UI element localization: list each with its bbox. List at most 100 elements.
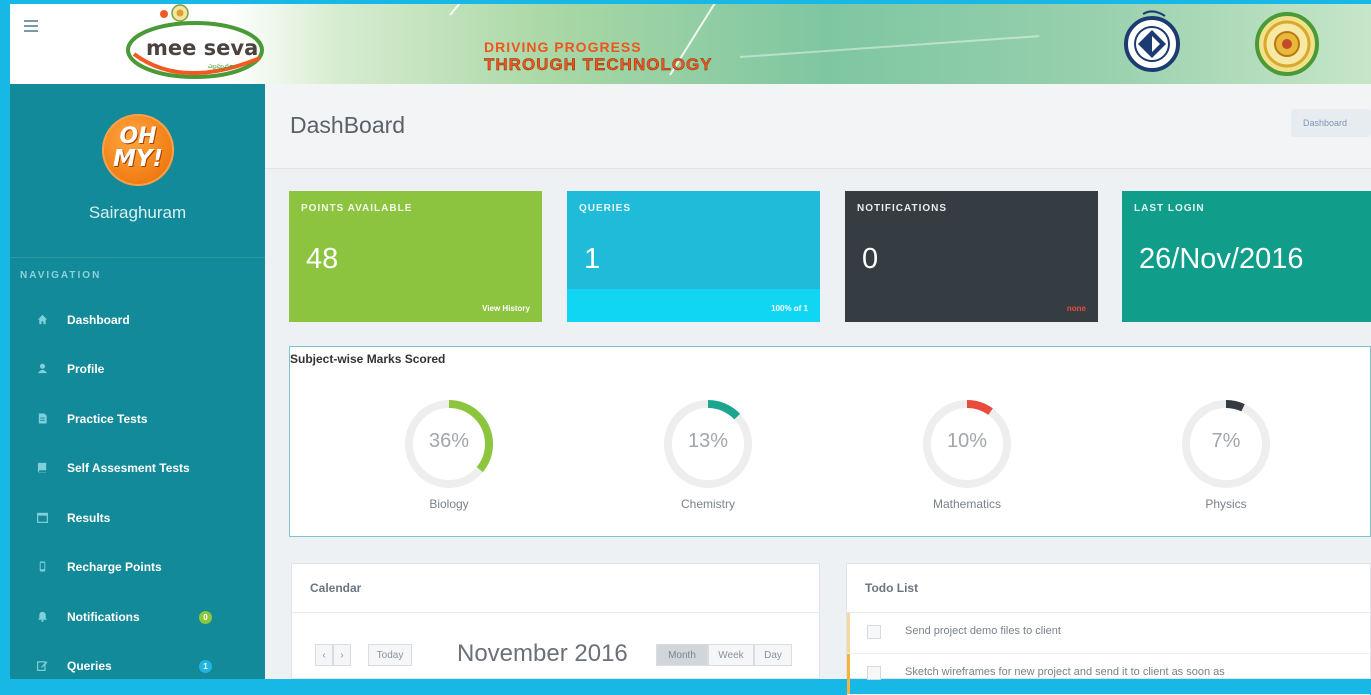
sidebar-item-label: Self Assesment Tests (67, 461, 190, 475)
edit-icon (37, 661, 48, 671)
card-footer-text: none (1066, 304, 1086, 313)
prev-month-button[interactable]: ‹ (315, 644, 333, 666)
physics-donut: 7% (1181, 399, 1271, 489)
user-name: Sairaghuram (88, 203, 187, 222)
donut-percent: 10% (946, 430, 988, 452)
donut-percent: 7% (1211, 430, 1241, 452)
calendar-panel: Calendar ‹ › Today November 2016 Month W… (291, 563, 820, 679)
notifications-card: NOTIFICATIONS 0 none (845, 191, 1098, 322)
card-label: LAST LOGIN (1134, 203, 1205, 214)
panel-title: Subject-wise Marks Scored (290, 352, 446, 366)
subject-marks-panel: Subject-wise Marks Scored 36% Biology 13… (289, 346, 1371, 537)
today-button[interactable]: Today (368, 644, 412, 666)
sidebar-item-practice-tests[interactable]: Practice Tests (10, 399, 265, 439)
subject-name: Chemistry (680, 497, 735, 511)
todo-text: Send project demo files to client (905, 625, 1061, 637)
svg-text:mee seva: mee seva (146, 36, 258, 60)
card-value: 1 (584, 243, 601, 275)
mobile-icon (39, 561, 46, 572)
sidebar-item-label: Queries (67, 659, 112, 673)
main-content: DashBoard Dashboard POINTS AVAILABLE 48 … (265, 84, 1371, 695)
last-login-card: LAST LOGIN 26/Nov/2016 (1122, 191, 1371, 322)
nav-heading: NAVIGATION (20, 270, 102, 281)
day-view-button[interactable]: Day (754, 644, 792, 666)
week-view-button[interactable]: Week (708, 644, 754, 666)
sidebar-item-self-assessment-tests[interactable]: Self Assesment Tests (10, 448, 265, 488)
banner-decoration (449, 4, 509, 16)
chemistry-donut: 13% (663, 399, 753, 489)
card-footer (1122, 289, 1371, 322)
page-title: DashBoard (290, 112, 406, 138)
queries-count-badge: 1 (199, 660, 212, 673)
calendar-icon (37, 512, 48, 523)
card-label: QUERIES (579, 203, 632, 214)
sidebar-item-notifications[interactable]: Notifications 0 (10, 597, 265, 637)
donut-percent: 36% (428, 430, 470, 452)
state-government-emblem (1255, 12, 1319, 76)
panel-header: Calendar (292, 564, 819, 613)
notifications-count-badge: 0 (199, 611, 212, 624)
book-icon (37, 462, 47, 473)
sidebar-item-profile[interactable]: Profile (10, 349, 265, 389)
sidebar-item-label: Recharge Points (67, 560, 162, 574)
card-value: 26/Nov/2016 (1139, 243, 1304, 275)
page-header: DashBoard Dashboard (265, 84, 1371, 169)
card-value: 0 (862, 243, 879, 275)
todo-item: Send project demo files to client (847, 613, 1370, 654)
todo-text: Sketch wireframes for new project and se… (905, 666, 1225, 678)
todo-panel: Todo List Send project demo files to cli… (846, 563, 1371, 695)
card-footer-text: 100% of 1 (771, 304, 808, 313)
todo-checkbox[interactable] (867, 666, 881, 680)
panel-title: Todo List (865, 581, 919, 595)
panel-title: Calendar (310, 581, 362, 595)
sidebar-item-results[interactable]: Results (10, 498, 265, 538)
banner-decoration (739, 35, 1040, 58)
avatar[interactable]: OH MY! (102, 114, 174, 186)
donut-percent: 13% (687, 430, 729, 452)
sidebar-divider (10, 257, 265, 258)
hamburger-icon[interactable] (24, 20, 38, 32)
sidebar-item-dashboard[interactable]: Dashboard (10, 300, 265, 340)
panel-header: Todo List (847, 564, 1370, 613)
todo-checkbox[interactable] (867, 625, 881, 639)
sidebar-item-recharge-points[interactable]: Recharge Points (10, 547, 265, 587)
svg-text:ఎల్లప్పుడూ: ఎల్లప్పుడూ (208, 63, 233, 71)
subject-name: Mathematics (932, 497, 1002, 511)
sidebar-item-label: Practice Tests (67, 412, 148, 426)
computer-society-emblem (1124, 10, 1180, 72)
subject-name: Biology (429, 497, 469, 511)
month-view-button[interactable]: Month (656, 644, 708, 666)
tagline-line-2: THROUGH TECHNOLOGY (484, 55, 713, 74)
todo-accent (847, 613, 850, 653)
sidebar-item-label: Results (67, 511, 111, 525)
file-icon (38, 413, 47, 424)
sidebar-item-label: Dashboard (67, 313, 130, 327)
sidebar: OH MY! Sairaghuram NAVIGATION Dashboard … (10, 84, 265, 679)
view-history-link[interactable]: View History (482, 304, 530, 313)
next-month-button[interactable]: › (333, 644, 351, 666)
card-label: NOTIFICATIONS (857, 203, 948, 214)
mathematics-donut: 10% (922, 399, 1012, 489)
subject-name: Physics (1205, 497, 1247, 511)
sidebar-item-label: Notifications (67, 610, 140, 624)
sidebar-item-queries[interactable]: Queries 1 (10, 646, 265, 686)
tagline-line-1: DRIVING PROGRESS (484, 39, 642, 55)
points-available-card: POINTS AVAILABLE 48 View History (289, 191, 542, 322)
meeseva-logo[interactable]: mee seva ఎల్లప్పుడూ (122, 4, 267, 84)
user-icon (37, 363, 48, 374)
queries-card: QUERIES 1 100% of 1 (567, 191, 820, 322)
todo-item: Sketch wireframes for new project and se… (847, 654, 1370, 695)
banner-tagline: DRIVING PROGRESS THROUGH TECHNOLOGY (484, 38, 713, 74)
calendar-month-title: November 2016 (457, 640, 628, 667)
top-banner: mee seva ఎల్లప్పుడూ DRIVING PROGRESS THR… (10, 4, 1371, 84)
sidebar-item-label: Profile (67, 362, 105, 376)
bell-icon (37, 611, 48, 622)
todo-accent (847, 654, 850, 694)
biology-donut: 36% (404, 399, 494, 489)
card-footer (845, 289, 1098, 322)
card-label: POINTS AVAILABLE (301, 203, 413, 214)
breadcrumb[interactable]: Dashboard (1291, 109, 1371, 137)
home-icon (37, 314, 48, 325)
avatar-text-bottom: MY! (112, 146, 164, 172)
card-value: 48 (306, 243, 339, 275)
